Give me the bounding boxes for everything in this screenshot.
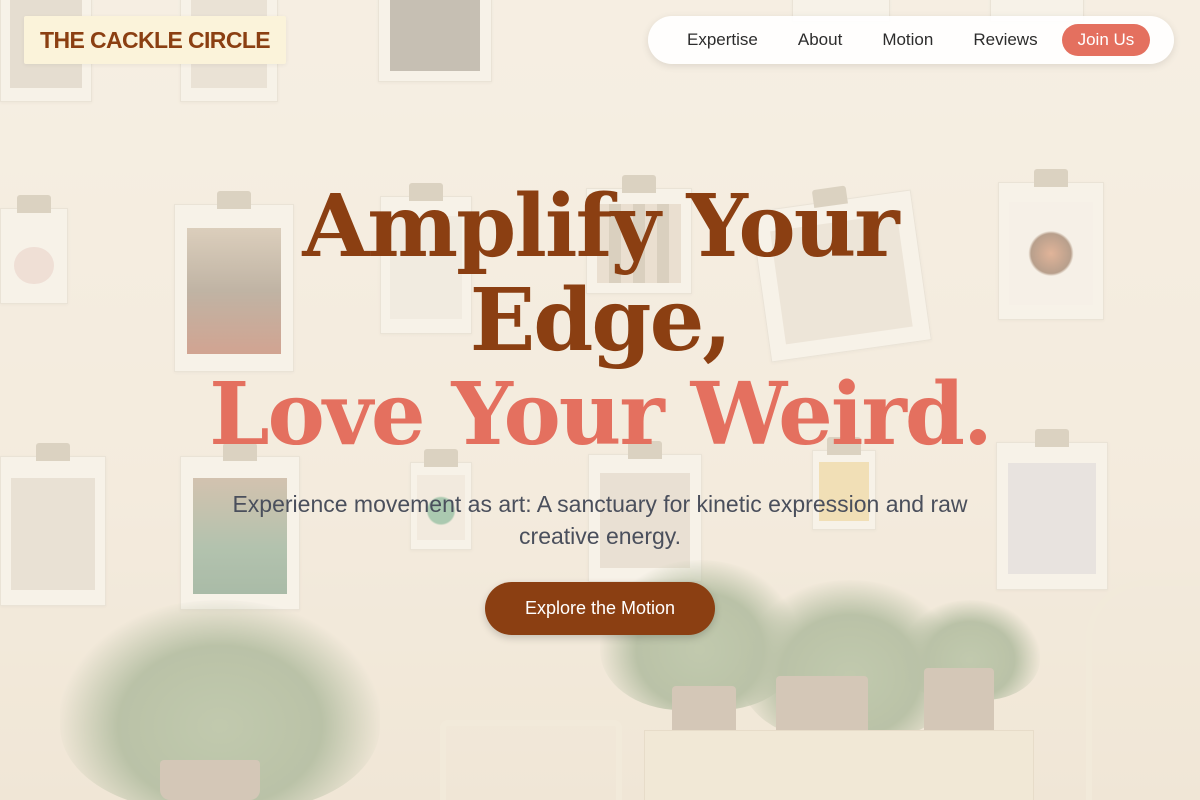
headline-line-2: Edge, bbox=[469, 270, 732, 371]
hero-subtitle: Experience movement as art: A sanctuary … bbox=[232, 491, 968, 549]
nav-link-expertise[interactable]: Expertise bbox=[687, 30, 758, 50]
join-us-button[interactable]: Join Us bbox=[1061, 24, 1151, 56]
nav-link-about[interactable]: About bbox=[798, 30, 842, 50]
brand-name: THE CACKLE CIRCLE bbox=[40, 26, 271, 53]
explore-motion-button[interactable]: Explore the Motion bbox=[484, 582, 716, 635]
nav-link-motion[interactable]: Motion bbox=[882, 30, 933, 50]
nav-link-reviews[interactable]: Reviews bbox=[973, 30, 1037, 50]
brand-logo[interactable]: THE CACKLE CIRCLE bbox=[24, 16, 287, 64]
headline-line-1: Amplify Your bbox=[302, 176, 899, 277]
hero-headline: Amplify Your Edge, Love Your Weird. bbox=[0, 180, 1200, 462]
headline-line-3: Love Your Weird. bbox=[209, 364, 993, 465]
hero-section: Amplify Your Edge, Love Your Weird. Expe… bbox=[0, 180, 1200, 635]
main-nav: Expertise About Motion Reviews Join Us bbox=[648, 16, 1174, 64]
